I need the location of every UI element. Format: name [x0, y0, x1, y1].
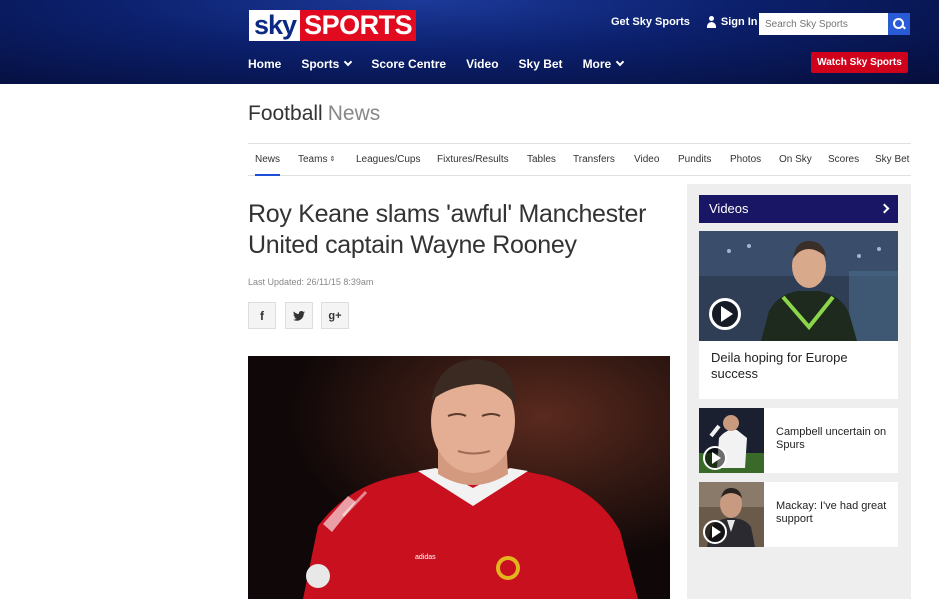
last-updated: Last Updated: 26/11/15 8:39am	[248, 277, 374, 287]
sort-arrows-icon: ⇕	[329, 156, 336, 163]
nav-video[interactable]: Video	[466, 57, 498, 71]
search-icon	[893, 18, 905, 30]
nav-more-label: More	[582, 57, 612, 71]
main-nav: Home Sports Score Centre Video Sky Bet M…	[248, 57, 643, 71]
nav-home-label: Home	[248, 57, 282, 71]
nav-sky-bet[interactable]: Sky Bet	[519, 57, 563, 71]
article-headline: Roy Keane slams 'awful' Manchester Unite…	[248, 200, 647, 259]
user-icon	[706, 16, 717, 28]
tab-video[interactable]: Video	[634, 154, 659, 165]
section-tabs: News Teams ⇕ Leagues/Cups Fixtures/Result…	[248, 143, 911, 176]
nav-more[interactable]: More	[582, 57, 625, 71]
nav-video-label: Video	[466, 57, 499, 71]
videos-header[interactable]: Videos	[699, 195, 898, 223]
video-thumbnail	[699, 231, 898, 341]
tab-scores[interactable]: Scores	[828, 154, 859, 165]
google-plus-icon: g+	[328, 309, 342, 322]
logo-sky-text: sky	[249, 10, 301, 41]
chevron-down-icon	[344, 57, 353, 67]
sky-sports-logo[interactable]: sky SPORTS	[249, 10, 417, 41]
page-title: Football News	[248, 102, 380, 126]
nav-sports[interactable]: Sports	[301, 57, 353, 71]
tab-fixtures-results[interactable]: Fixtures/Results	[437, 154, 509, 165]
play-icon	[703, 446, 727, 470]
video-title: Mackay: I've had great support	[776, 500, 887, 525]
google-plus-share-button[interactable]: g+	[321, 302, 349, 329]
play-icon	[709, 298, 741, 330]
top-links: Get Sky Sports Sign In	[611, 16, 758, 28]
article-hero-image: adidas	[248, 356, 670, 599]
nav-sports-label: Sports	[301, 57, 340, 71]
tab-tables[interactable]: Tables	[527, 154, 556, 165]
get-sky-sports-link[interactable]: Get Sky Sports	[611, 16, 690, 28]
video-card[interactable]: Deila hoping for Europe success	[699, 231, 898, 399]
facebook-icon: f	[260, 308, 264, 323]
nav-score-centre[interactable]: Score Centre	[371, 57, 446, 71]
tab-leagues-cups[interactable]: Leagues/Cups	[356, 154, 421, 165]
sidebar: Videos Deila hoping for Europe success C…	[687, 184, 911, 599]
play-icon	[703, 520, 727, 544]
video-title: Campbell uncertain on Spurs	[776, 426, 887, 451]
tab-on-sky[interactable]: On Sky	[779, 154, 812, 165]
tab-transfers[interactable]: Transfers	[573, 154, 615, 165]
twitter-icon	[293, 310, 305, 321]
site-header: sky SPORTS Get Sky Sports Sign In Home S…	[0, 0, 939, 84]
tab-photos[interactable]: Photos	[730, 154, 761, 165]
search-button[interactable]	[888, 13, 910, 35]
tab-sky-bet[interactable]: Sky Bet	[875, 154, 909, 165]
svg-text:adidas: adidas	[415, 554, 436, 561]
video-thumbnail	[699, 482, 764, 547]
chevron-right-icon	[879, 203, 890, 214]
sign-in-link[interactable]: Sign In	[706, 16, 758, 28]
nav-home[interactable]: Home	[248, 57, 281, 71]
logo-sports-text: SPORTS	[300, 10, 417, 41]
nav-score-centre-label: Score Centre	[371, 57, 447, 71]
twitter-share-button[interactable]	[285, 302, 313, 329]
video-card[interactable]: Mackay: I've had great support	[699, 482, 898, 547]
tab-pundits[interactable]: Pundits	[678, 154, 711, 165]
videos-heading: Videos	[709, 201, 749, 216]
search-input[interactable]	[759, 13, 888, 35]
player-photo: adidas	[248, 356, 670, 599]
chevron-down-icon	[615, 57, 625, 67]
video-card[interactable]: Campbell uncertain on Spurs	[699, 408, 898, 473]
sign-in-label: Sign In	[720, 16, 758, 28]
tab-teams-label: Teams	[298, 154, 328, 165]
tab-news[interactable]: News	[255, 154, 281, 176]
facebook-share-button[interactable]: f	[248, 302, 276, 329]
section-subtitle: News	[327, 102, 381, 125]
nav-sky-bet-label: Sky Bet	[518, 57, 563, 71]
video-title: Deila hoping for Europe success	[711, 350, 848, 381]
video-thumbnail	[699, 408, 764, 473]
watch-sky-sports-button[interactable]: Watch Sky Sports	[811, 52, 908, 73]
tab-teams[interactable]: Teams ⇕	[298, 154, 335, 165]
section-title: Football	[248, 102, 323, 125]
